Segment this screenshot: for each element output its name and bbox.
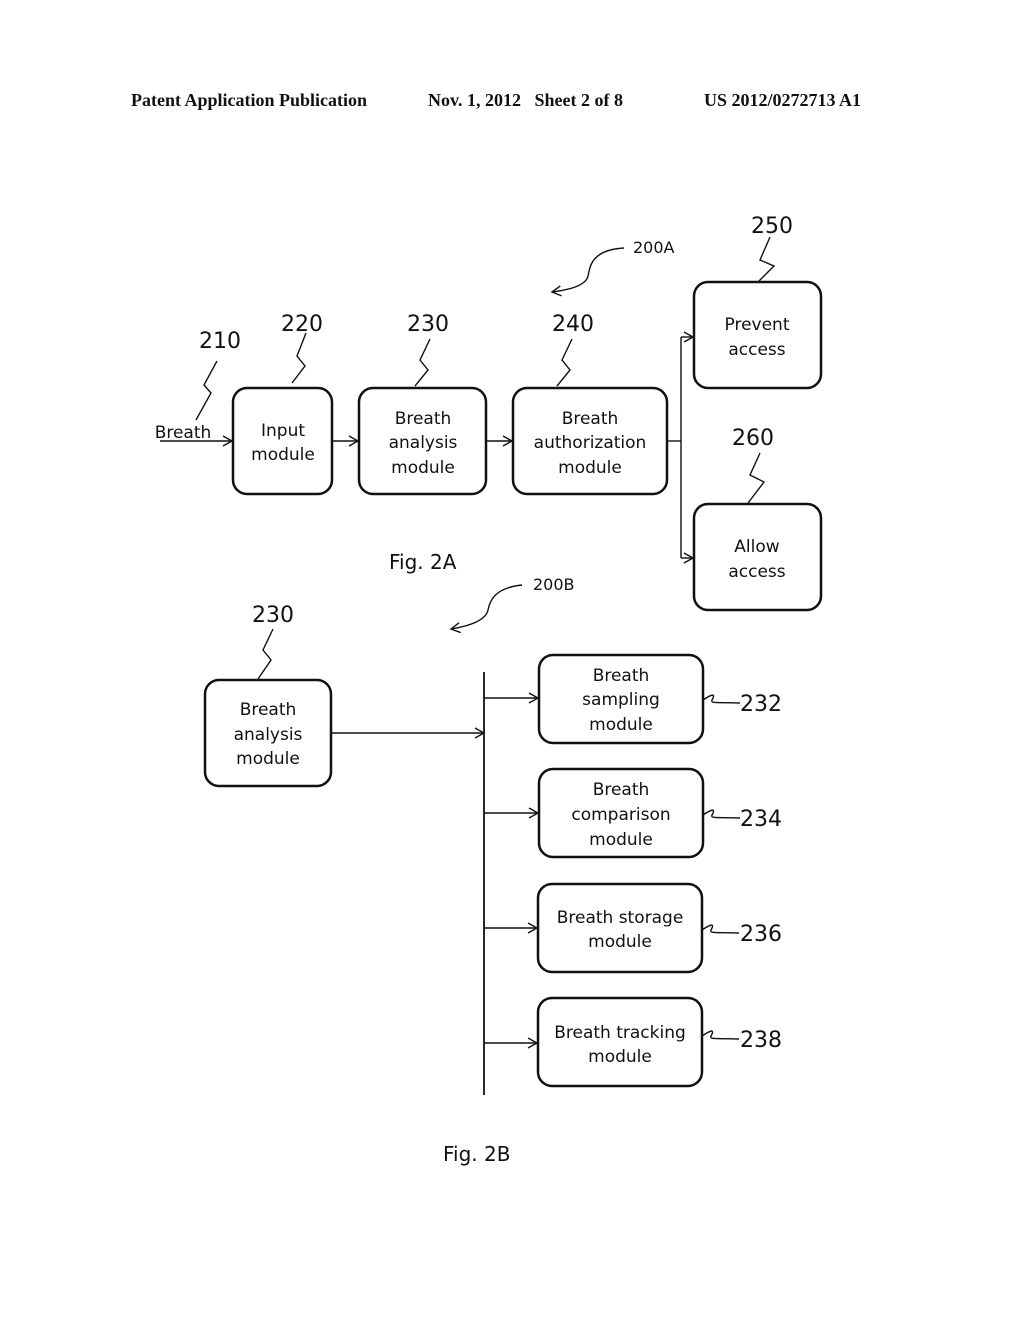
ref-238: 238 [740,1028,782,1053]
sampling-line2: sampling [582,690,660,710]
tracking-line1: Breath tracking [554,1023,686,1043]
fig-2b-caption: Fig. 2B [443,1142,510,1166]
fig-2b: 200B 230 Breath analysis module Breath s… [203,575,782,1166]
ref-200a-arrow [550,247,625,297]
allow-access-line1: Allow [734,537,779,557]
diagram-canvas: 200A Breath 210 220 Input module 230 Bre… [155,214,823,1166]
fig-2a-caption: Fig. 2A [389,550,457,574]
ref-250: 250 [751,214,793,239]
ref-250-leader [757,236,776,283]
allow-access-line2: access [728,562,785,582]
source-analysis-line3: module [236,749,300,769]
breath-input-label: Breath [155,423,212,443]
tracking-line2: module [588,1047,652,1067]
ref-210-leader [195,360,218,421]
prevent-access-line2: access [728,340,785,360]
ref-238-leader [701,1030,740,1040]
prevent-access-box [692,280,823,390]
ref-220-leader [291,332,307,384]
ref-230a: 230 [407,312,449,337]
breath-analysis-line2: analysis [389,433,458,453]
breath-authorization-line2: authorization [534,433,647,453]
ref-236: 236 [740,922,782,947]
ref-200b-arrow [449,584,523,634]
ref-200a: 200A [633,238,675,257]
ref-230a-leader [414,338,431,387]
ref-234: 234 [740,807,782,832]
ref-230b-leader [257,628,274,680]
ref-240: 240 [552,312,594,337]
ref-232: 232 [740,692,782,717]
input-module-line2: module [251,445,315,465]
ref-220: 220 [281,312,323,337]
breath-analysis-line3: module [391,458,455,478]
ref-240-leader [556,338,573,387]
input-module-box [231,386,334,496]
fig-2a: 200A Breath 210 220 Input module 230 Bre… [155,214,823,612]
comparison-line3: module [589,830,653,850]
input-module-line1: Input [261,421,305,441]
breath-authorization-line3: module [558,458,622,478]
allow-access-box [692,502,823,612]
storage-line2: module [588,932,652,952]
prevent-access-line1: Prevent [725,315,790,335]
breath-analysis-line1: Breath [395,409,452,429]
ref-234-leader [702,809,741,819]
ref-260-leader [747,452,766,504]
ref-210: 210 [199,329,241,354]
sampling-line1: Breath [593,666,650,686]
storage-line1: Breath storage [557,908,684,928]
source-analysis-line1: Breath [240,700,297,720]
ref-230b: 230 [252,603,294,628]
storage-module-box [536,882,704,974]
ref-236-leader [701,924,740,934]
breath-authorization-line1: Breath [562,409,619,429]
source-analysis-line2: analysis [234,725,303,745]
ref-200b: 200B [533,575,575,594]
comparison-line2: comparison [571,805,670,825]
comparison-line1: Breath [593,780,650,800]
ref-232-leader [702,694,741,704]
ref-260: 260 [732,426,774,451]
sampling-line3: module [589,715,653,735]
